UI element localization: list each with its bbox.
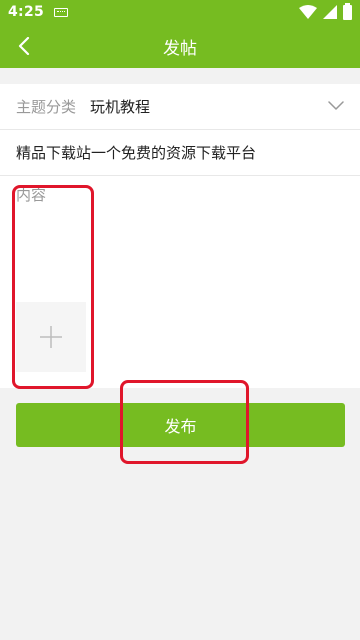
add-image-button[interactable] xyxy=(16,302,86,372)
plus-icon xyxy=(40,326,62,348)
signal-icon xyxy=(323,5,337,19)
battery-icon xyxy=(343,2,352,20)
category-selector[interactable]: 主题分类 玩机教程 xyxy=(0,84,360,130)
back-button[interactable] xyxy=(10,32,38,60)
content-placeholder: 内容 xyxy=(16,186,47,204)
back-arrow-icon xyxy=(18,37,30,55)
status-bar: 4:25 xyxy=(0,0,360,24)
title-field[interactable]: 精品下载站一个免费的资源下载平台 xyxy=(0,130,360,176)
chevron-down-icon[interactable] xyxy=(328,99,344,111)
content-field[interactable]: 内容 xyxy=(0,176,360,388)
title-value: 精品下载站一个免费的资源下载平台 xyxy=(16,144,257,162)
wifi-icon xyxy=(299,5,317,19)
page-title: 发帖 xyxy=(163,38,197,59)
keyboard-icon xyxy=(54,7,69,17)
status-icons xyxy=(299,2,352,20)
category-label: 主题分类 xyxy=(16,98,77,116)
post-form: 主题分类 玩机教程 精品下载站一个免费的资源下载平台 内容 xyxy=(0,84,360,388)
app-bar: 发帖 xyxy=(0,24,360,68)
category-value: 玩机教程 xyxy=(90,98,151,116)
publish-button[interactable]: 发布 xyxy=(16,403,345,447)
status-time: 4:25 xyxy=(8,4,45,20)
